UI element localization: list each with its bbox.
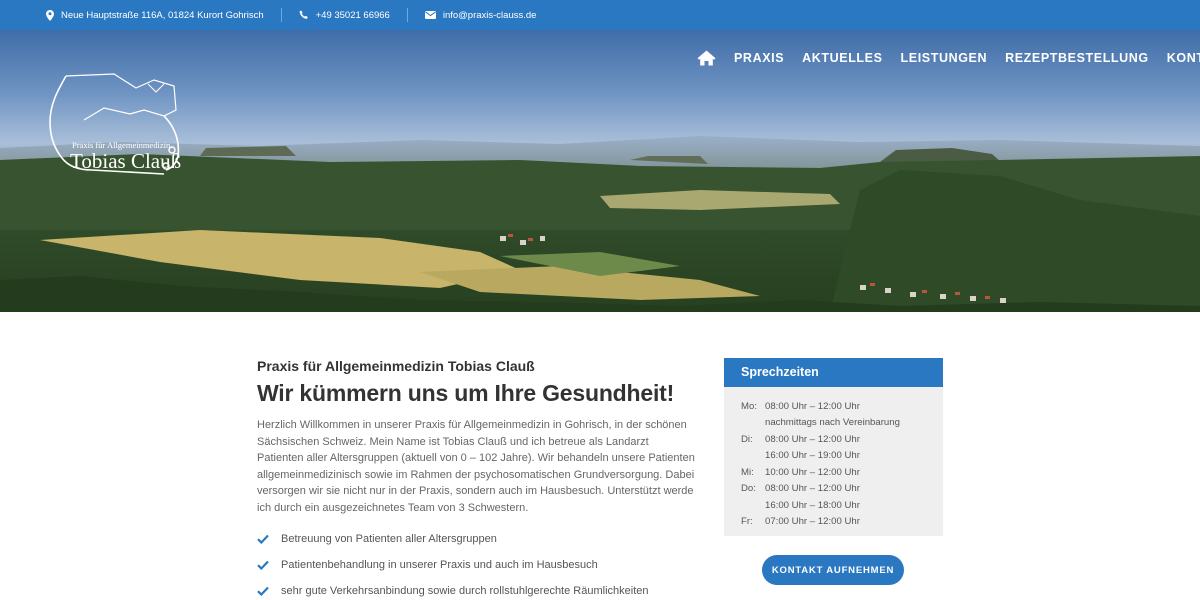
checkmark-icon bbox=[257, 560, 269, 570]
hours-time: 08:00 Uhr – 12:00 Uhr bbox=[765, 400, 860, 412]
address-text: Neue Hauptstraße 116A, 01824 Kurort Gohr… bbox=[61, 9, 264, 21]
address-item: Neue Hauptstraße 116A, 01824 Kurort Gohr… bbox=[46, 9, 264, 21]
email-text[interactable]: info@praxis-clauss.de bbox=[443, 10, 537, 21]
main-navigation: PRAXIS AKTUELLES LEISTUNGEN REZEPTBESTEL… bbox=[697, 50, 1200, 66]
hours-day: Mo: bbox=[741, 400, 757, 412]
hours-day: Di: bbox=[741, 433, 753, 445]
section-subtitle: Praxis für Allgemeinmedizin Tobias Clauß bbox=[257, 358, 535, 374]
hours-row: Fr: 07:00 Uhr – 12:00 Uhr bbox=[741, 514, 943, 531]
nav-item-kontakt[interactable]: KONTAKT bbox=[1167, 51, 1200, 65]
nav-item-praxis[interactable]: PRAXIS bbox=[734, 51, 784, 65]
nav-item-leistungen[interactable]: LEISTUNGEN bbox=[901, 51, 988, 65]
hours-row: Di: 08:00 Uhr – 12:00 Uhr bbox=[741, 431, 943, 448]
hero-curve-divider bbox=[0, 312, 1200, 355]
phone-item[interactable]: +49 35021 66966 bbox=[299, 10, 390, 21]
contact-cta-button[interactable]: KONTAKT AUFNEHMEN bbox=[762, 555, 904, 585]
phone-icon bbox=[299, 10, 308, 19]
hours-time: 08:00 Uhr – 12:00 Uhr bbox=[765, 483, 860, 495]
opening-hours-list: Mo: 08:00 Uhr – 12:00 Uhr nachmittags nac… bbox=[724, 387, 943, 530]
email-item[interactable]: info@praxis-clauss.de bbox=[424, 10, 537, 21]
nav-item-rezeptbestellung[interactable]: REZEPTBESTELLUNG bbox=[1005, 51, 1149, 65]
list-item-text: Betreuung von Patienten aller Altersgrup… bbox=[281, 533, 497, 545]
envelope-icon bbox=[424, 11, 436, 19]
hero-landscape-image: Praxis für Allgemeinmedizin Tobias Clauß… bbox=[0, 30, 1200, 312]
practice-logo[interactable]: Praxis für Allgemeinmedizin Tobias Clauß bbox=[44, 70, 184, 182]
list-item: Betreuung von Patienten aller Altersgrup… bbox=[257, 526, 697, 552]
separator bbox=[280, 8, 282, 22]
page-headline: Wir kümmern uns um Ihre Gesundheit! bbox=[257, 380, 675, 406]
hours-time: 16:00 Uhr – 18:00 Uhr bbox=[765, 499, 860, 511]
separator bbox=[406, 8, 408, 22]
checkmark-icon bbox=[257, 586, 269, 596]
hours-day: Mi: bbox=[741, 466, 754, 478]
hours-row: 16:00 Uhr – 18:00 Uhr bbox=[741, 497, 943, 514]
hours-time: 07:00 Uhr – 12:00 Uhr bbox=[765, 516, 860, 528]
hours-time: nachmittags nach Vereinbarung bbox=[765, 417, 900, 429]
hours-time: 16:00 Uhr – 19:00 Uhr bbox=[765, 450, 860, 462]
list-item-text: Patientenbehandlung in unserer Praxis un… bbox=[281, 559, 598, 571]
opening-hours-panel: Sprechzeiten Mo: 08:00 Uhr – 12:00 Uhr na… bbox=[724, 358, 943, 536]
list-item: sehr gute Verkehrsanbindung sowie durch … bbox=[257, 578, 697, 600]
hours-row: Mi: 10:00 Uhr – 12:00 Uhr bbox=[741, 464, 943, 481]
hours-day: Fr: bbox=[741, 516, 753, 528]
list-item-text: sehr gute Verkehrsanbindung sowie durch … bbox=[281, 585, 649, 597]
hours-day: Do: bbox=[741, 483, 756, 495]
hours-row: nachmittags nach Vereinbarung bbox=[741, 415, 943, 432]
hours-row: Do: 08:00 Uhr – 12:00 Uhr bbox=[741, 481, 943, 498]
hours-time: 10:00 Uhr – 12:00 Uhr bbox=[765, 466, 860, 478]
feature-list: Betreuung von Patienten aller Altersgrup… bbox=[257, 526, 697, 600]
top-contact-bar: Neue Hauptstraße 116A, 01824 Kurort Gohr… bbox=[0, 0, 1200, 30]
logo-line-2: Tobias Clauß bbox=[70, 149, 182, 173]
phone-text[interactable]: +49 35021 66966 bbox=[316, 10, 390, 21]
list-item: Patientenbehandlung in unserer Praxis un… bbox=[257, 552, 697, 578]
opening-hours-title: Sprechzeiten bbox=[724, 358, 943, 387]
hours-row: Mo: 08:00 Uhr – 12:00 Uhr bbox=[741, 398, 943, 415]
intro-paragraph: Herzlich Willkommen in unserer Praxis fü… bbox=[257, 419, 695, 514]
home-icon bbox=[697, 50, 716, 66]
hours-time: 08:00 Uhr – 12:00 Uhr bbox=[765, 433, 860, 445]
nav-item-aktuelles[interactable]: AKTUELLES bbox=[802, 51, 882, 65]
welcome-section: Praxis für Allgemeinmedizin Tobias Clauß… bbox=[257, 358, 697, 600]
checkmark-icon bbox=[257, 534, 269, 544]
hours-row: 16:00 Uhr – 19:00 Uhr bbox=[741, 448, 943, 465]
map-pin-icon bbox=[46, 9, 54, 21]
nav-home[interactable] bbox=[697, 50, 716, 66]
